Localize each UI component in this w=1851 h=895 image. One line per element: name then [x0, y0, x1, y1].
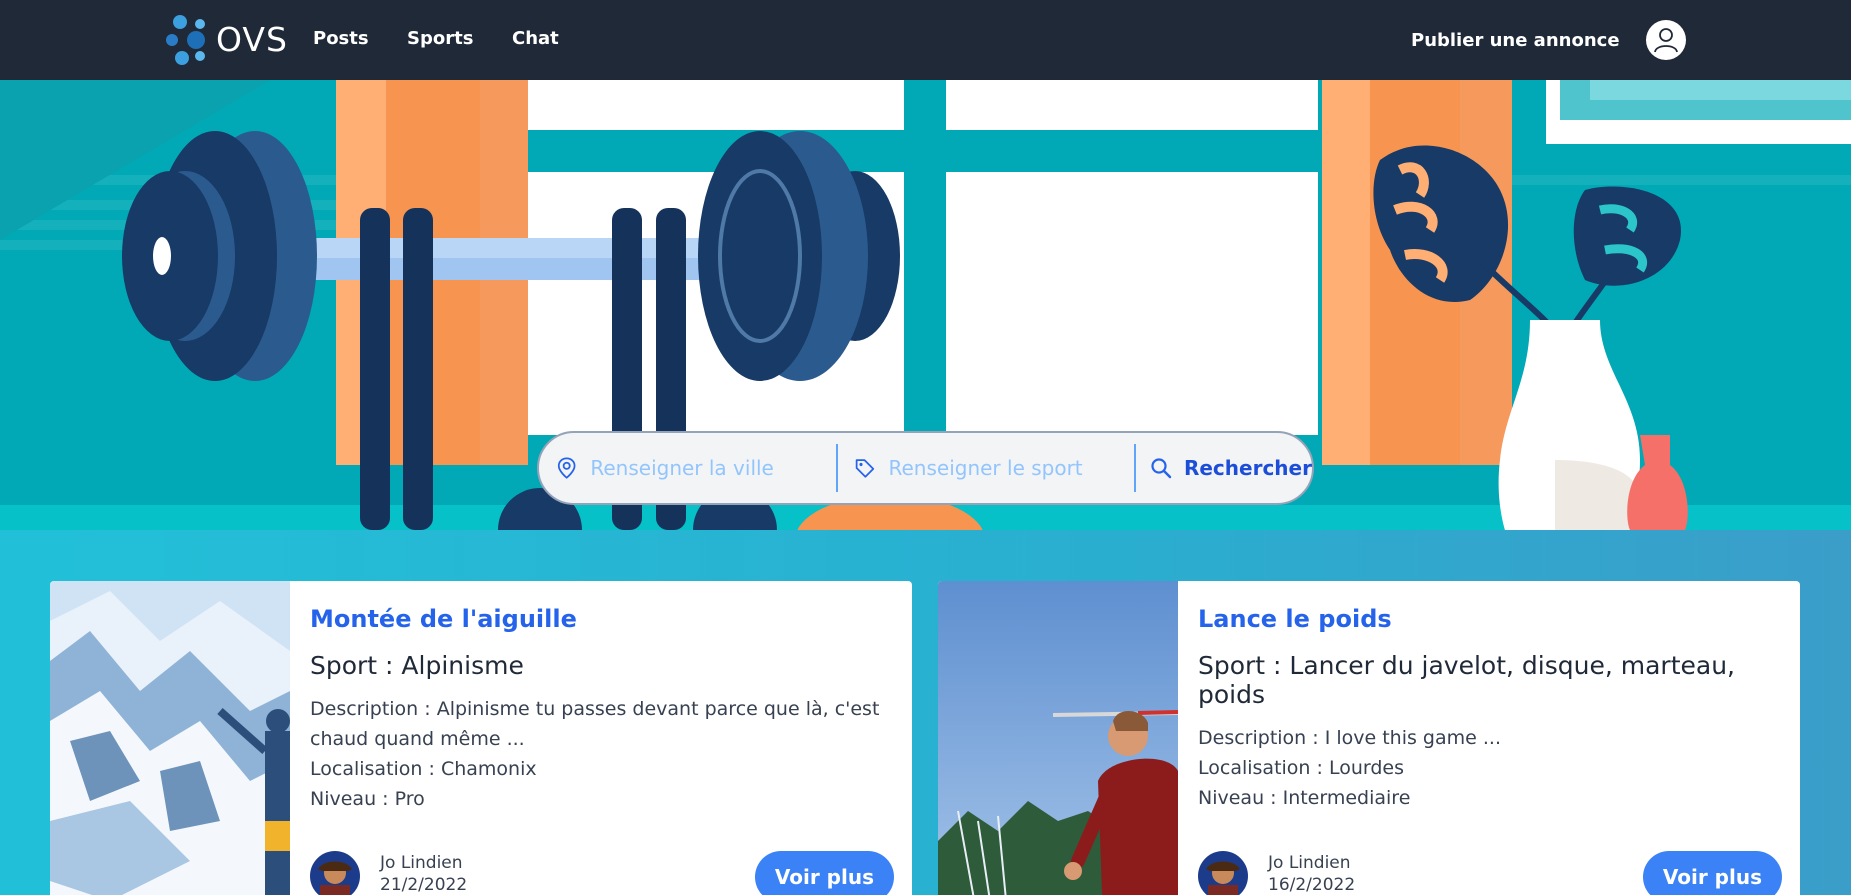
post-footer: Jo Lindien 21/2/2022 Voir plus	[310, 851, 894, 895]
post-date: 16/2/2022	[1268, 875, 1356, 895]
city-input[interactable]	[590, 456, 836, 480]
post-description: Description : I love this game ...	[1198, 727, 1501, 749]
user-icon	[1654, 28, 1678, 53]
logo-text: OVS	[216, 20, 288, 59]
author-name: Jo Lindien	[1268, 853, 1351, 873]
post-card-body: Lance le poids Sport : Lancer du javelot…	[1198, 605, 1788, 813]
top-navbar: OVS Posts Sports Chat Publier une annonc…	[0, 0, 1851, 80]
search-button-label: Rechercher	[1183, 456, 1312, 480]
sport-input[interactable]	[888, 456, 1134, 480]
tag-icon	[855, 459, 874, 478]
city-search-field	[539, 444, 836, 492]
post-level: Niveau : Pro	[310, 788, 425, 810]
author-avatar[interactable]	[1198, 851, 1248, 895]
post-sport: Sport : Lancer du javelot, disque, marte…	[1198, 651, 1735, 709]
search-button[interactable]: Rechercher	[1136, 456, 1312, 480]
post-location: Localisation : Chamonix	[310, 758, 537, 780]
logo-molecule-icon	[166, 15, 205, 65]
post-title[interactable]: Montée de l'aiguille	[310, 605, 900, 633]
author-name: Jo Lindien	[380, 853, 463, 873]
ovs-logo[interactable]: OVS	[164, 12, 287, 68]
post-card: Lance le poids Sport : Lancer du javelot…	[938, 581, 1800, 895]
search-bar: Rechercher	[537, 431, 1314, 505]
sport-search-field	[838, 444, 1134, 492]
map-pin-icon	[557, 457, 576, 479]
nav-link-sports[interactable]: Sports	[407, 28, 473, 49]
post-card-body: Montée de l'aiguille Sport : Alpinisme D…	[310, 605, 900, 814]
publish-ad-link[interactable]: Publier une annonce	[1411, 30, 1620, 51]
author-avatar[interactable]	[310, 851, 360, 895]
nav-link-posts[interactable]: Posts	[313, 28, 369, 49]
post-location: Localisation : Lourdes	[1198, 757, 1404, 779]
post-date: 21/2/2022	[380, 875, 468, 895]
search-icon	[1151, 458, 1172, 479]
post-level: Niveau : Intermediaire	[1198, 787, 1411, 809]
see-more-button[interactable]: Voir plus	[1642, 851, 1782, 895]
post-sport: Sport : Alpinisme	[310, 651, 524, 680]
post-description: Description : Alpinisme tu passes devant…	[310, 698, 880, 750]
user-account-button[interactable]	[1646, 20, 1686, 60]
see-more-button[interactable]: Voir plus	[754, 851, 894, 895]
post-image-javelin[interactable]	[938, 581, 1178, 895]
post-title[interactable]: Lance le poids	[1198, 605, 1788, 633]
post-footer: Jo Lindien 16/2/2022 Voir plus	[1198, 851, 1782, 895]
post-card: Montée de l'aiguille Sport : Alpinisme D…	[50, 581, 912, 895]
post-image-mountain[interactable]	[50, 581, 290, 895]
nav-link-chat[interactable]: Chat	[512, 28, 559, 49]
